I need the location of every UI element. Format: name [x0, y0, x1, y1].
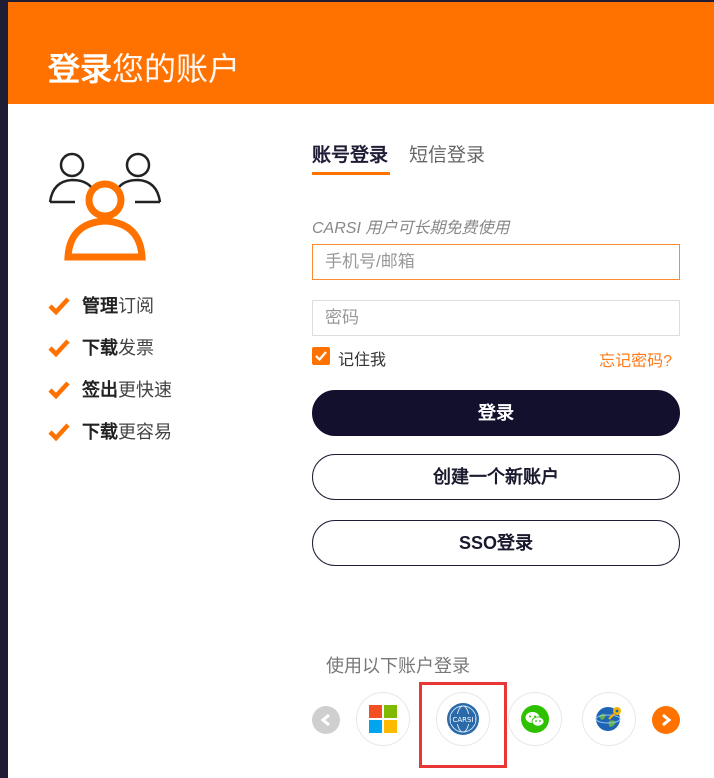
check-icon	[48, 381, 70, 400]
feature-bold: 签出	[82, 380, 118, 400]
active-tab-indicator	[312, 172, 390, 175]
phone-email-input[interactable]	[312, 244, 680, 280]
carsi-icon: CARSI	[447, 703, 479, 735]
wechat-login-button[interactable]	[508, 692, 562, 746]
login-header: 登录您的账户	[8, 2, 714, 104]
carousel-next-button[interactable]	[652, 706, 680, 734]
feature-normal: 更快速	[118, 380, 172, 400]
feature-bold: 下载	[82, 422, 118, 442]
carousel-prev-button[interactable]	[312, 706, 340, 734]
title-bold: 登录	[48, 51, 113, 87]
login-button[interactable]: 登录	[312, 390, 680, 436]
carsi-logo-text: CARSI	[452, 716, 473, 724]
carsi-login-button[interactable]: CARSI	[436, 692, 490, 746]
wechat-icon	[521, 705, 549, 733]
tab-sms-login[interactable]: 短信登录	[409, 140, 485, 167]
create-account-button[interactable]: 创建一个新账户	[312, 454, 680, 500]
carsi-hint: CARSI 用户可长期免费使用	[312, 220, 510, 237]
chevron-left-icon	[320, 713, 330, 727]
title-rest: 您的账户	[112, 51, 241, 87]
globe-key-login-button[interactable]	[582, 692, 636, 746]
check-icon	[48, 423, 70, 442]
checkmark-icon	[315, 351, 327, 362]
chevron-right-icon	[662, 713, 672, 727]
remember-label: 记住我	[338, 352, 387, 369]
users-illustration-icon	[48, 152, 162, 261]
check-icon	[48, 339, 70, 358]
microsoft-icon	[369, 705, 397, 733]
remember-checkbox[interactable]	[312, 347, 330, 365]
sso-login-button[interactable]: SSO登录	[312, 520, 680, 566]
feature-normal: 发票	[118, 338, 154, 358]
forgot-password-link[interactable]: 忘记密码?	[599, 347, 672, 371]
feature-normal: 订阅	[118, 296, 154, 316]
tab-account-login[interactable]: 账号登录	[312, 140, 388, 167]
other-login-label: 使用以下账户登录	[326, 656, 470, 676]
check-icon	[48, 297, 70, 316]
page-title: 登录您的账户	[48, 50, 240, 88]
provider-carousel: CARSI	[0, 690, 714, 750]
feature-normal: 更容易	[118, 422, 172, 442]
globe-key-icon	[595, 707, 621, 731]
password-input[interactable]	[312, 300, 680, 336]
feature-bold: 下载	[82, 338, 118, 358]
feature-bold: 管理	[82, 296, 118, 316]
microsoft-login-button[interactable]	[356, 692, 410, 746]
